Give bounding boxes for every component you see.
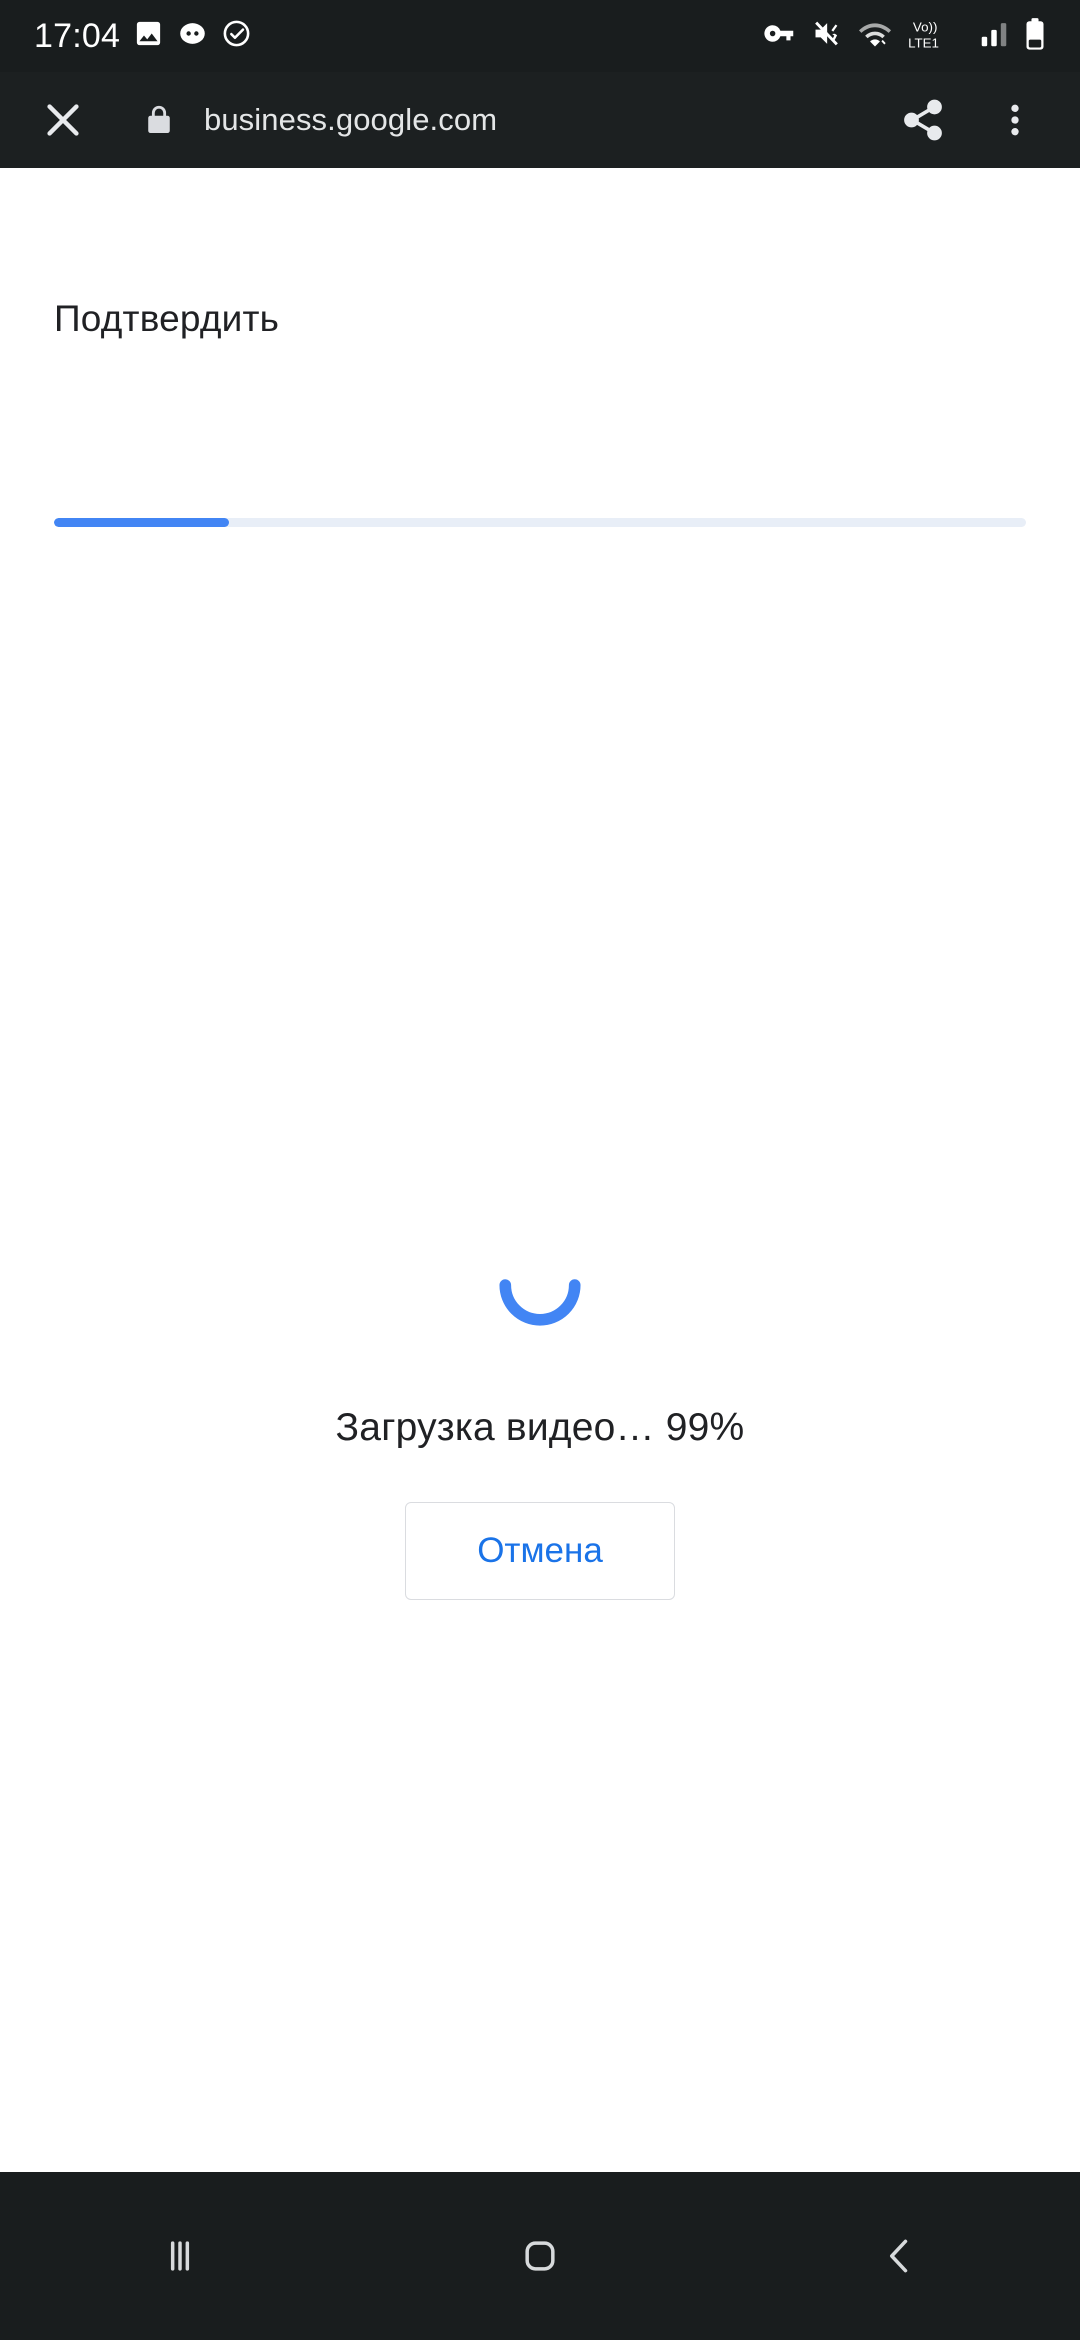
image-icon	[133, 18, 164, 54]
home-button[interactable]	[465, 2201, 615, 2311]
more-options-button[interactable]	[980, 85, 1050, 155]
upload-status-block: Загрузка видео… 99% Отмена	[0, 1228, 1080, 1600]
status-bar-clock: 17:04	[34, 16, 121, 55]
status-bar-right: Vo)) LTE1	[763, 17, 1046, 56]
back-button[interactable]	[825, 2201, 975, 2311]
step-progress-bar	[54, 518, 1026, 527]
check-circle-icon	[221, 18, 252, 54]
svg-text:LTE1: LTE1	[908, 35, 939, 50]
volte-lte1-icon: Vo)) LTE1	[908, 17, 964, 56]
browser-toolbar: business.google.com	[0, 72, 1080, 168]
android-navigation-bar	[0, 2172, 1080, 2340]
step-progress-fill	[54, 518, 229, 527]
wifi-icon	[857, 18, 893, 55]
recents-button[interactable]	[105, 2201, 255, 2311]
signal-bars-icon	[979, 19, 1009, 54]
battery-icon	[1024, 17, 1046, 56]
status-bar-left: 17:04	[34, 17, 252, 56]
lock-icon	[134, 103, 184, 137]
mute-vibrate-icon	[811, 18, 842, 54]
loading-status-text: Загрузка видео… 99%	[335, 1406, 745, 1449]
url-text[interactable]: business.google.com	[204, 102, 888, 138]
vpn-key-icon	[763, 17, 796, 55]
loading-spinner-icon	[484, 1228, 596, 1340]
page-title: Подтвердить	[54, 298, 280, 339]
messaging-icon	[177, 18, 208, 54]
close-button[interactable]	[30, 87, 96, 153]
page-content: Подтвердить Загрузка видео… 99% Отмена	[0, 168, 1080, 2172]
cancel-button[interactable]: Отмена	[405, 1502, 675, 1600]
share-button[interactable]	[888, 85, 958, 155]
svg-text:Vo)): Vo))	[913, 19, 937, 34]
status-bar: 17:04 Vo)) LTE1	[0, 0, 1080, 72]
